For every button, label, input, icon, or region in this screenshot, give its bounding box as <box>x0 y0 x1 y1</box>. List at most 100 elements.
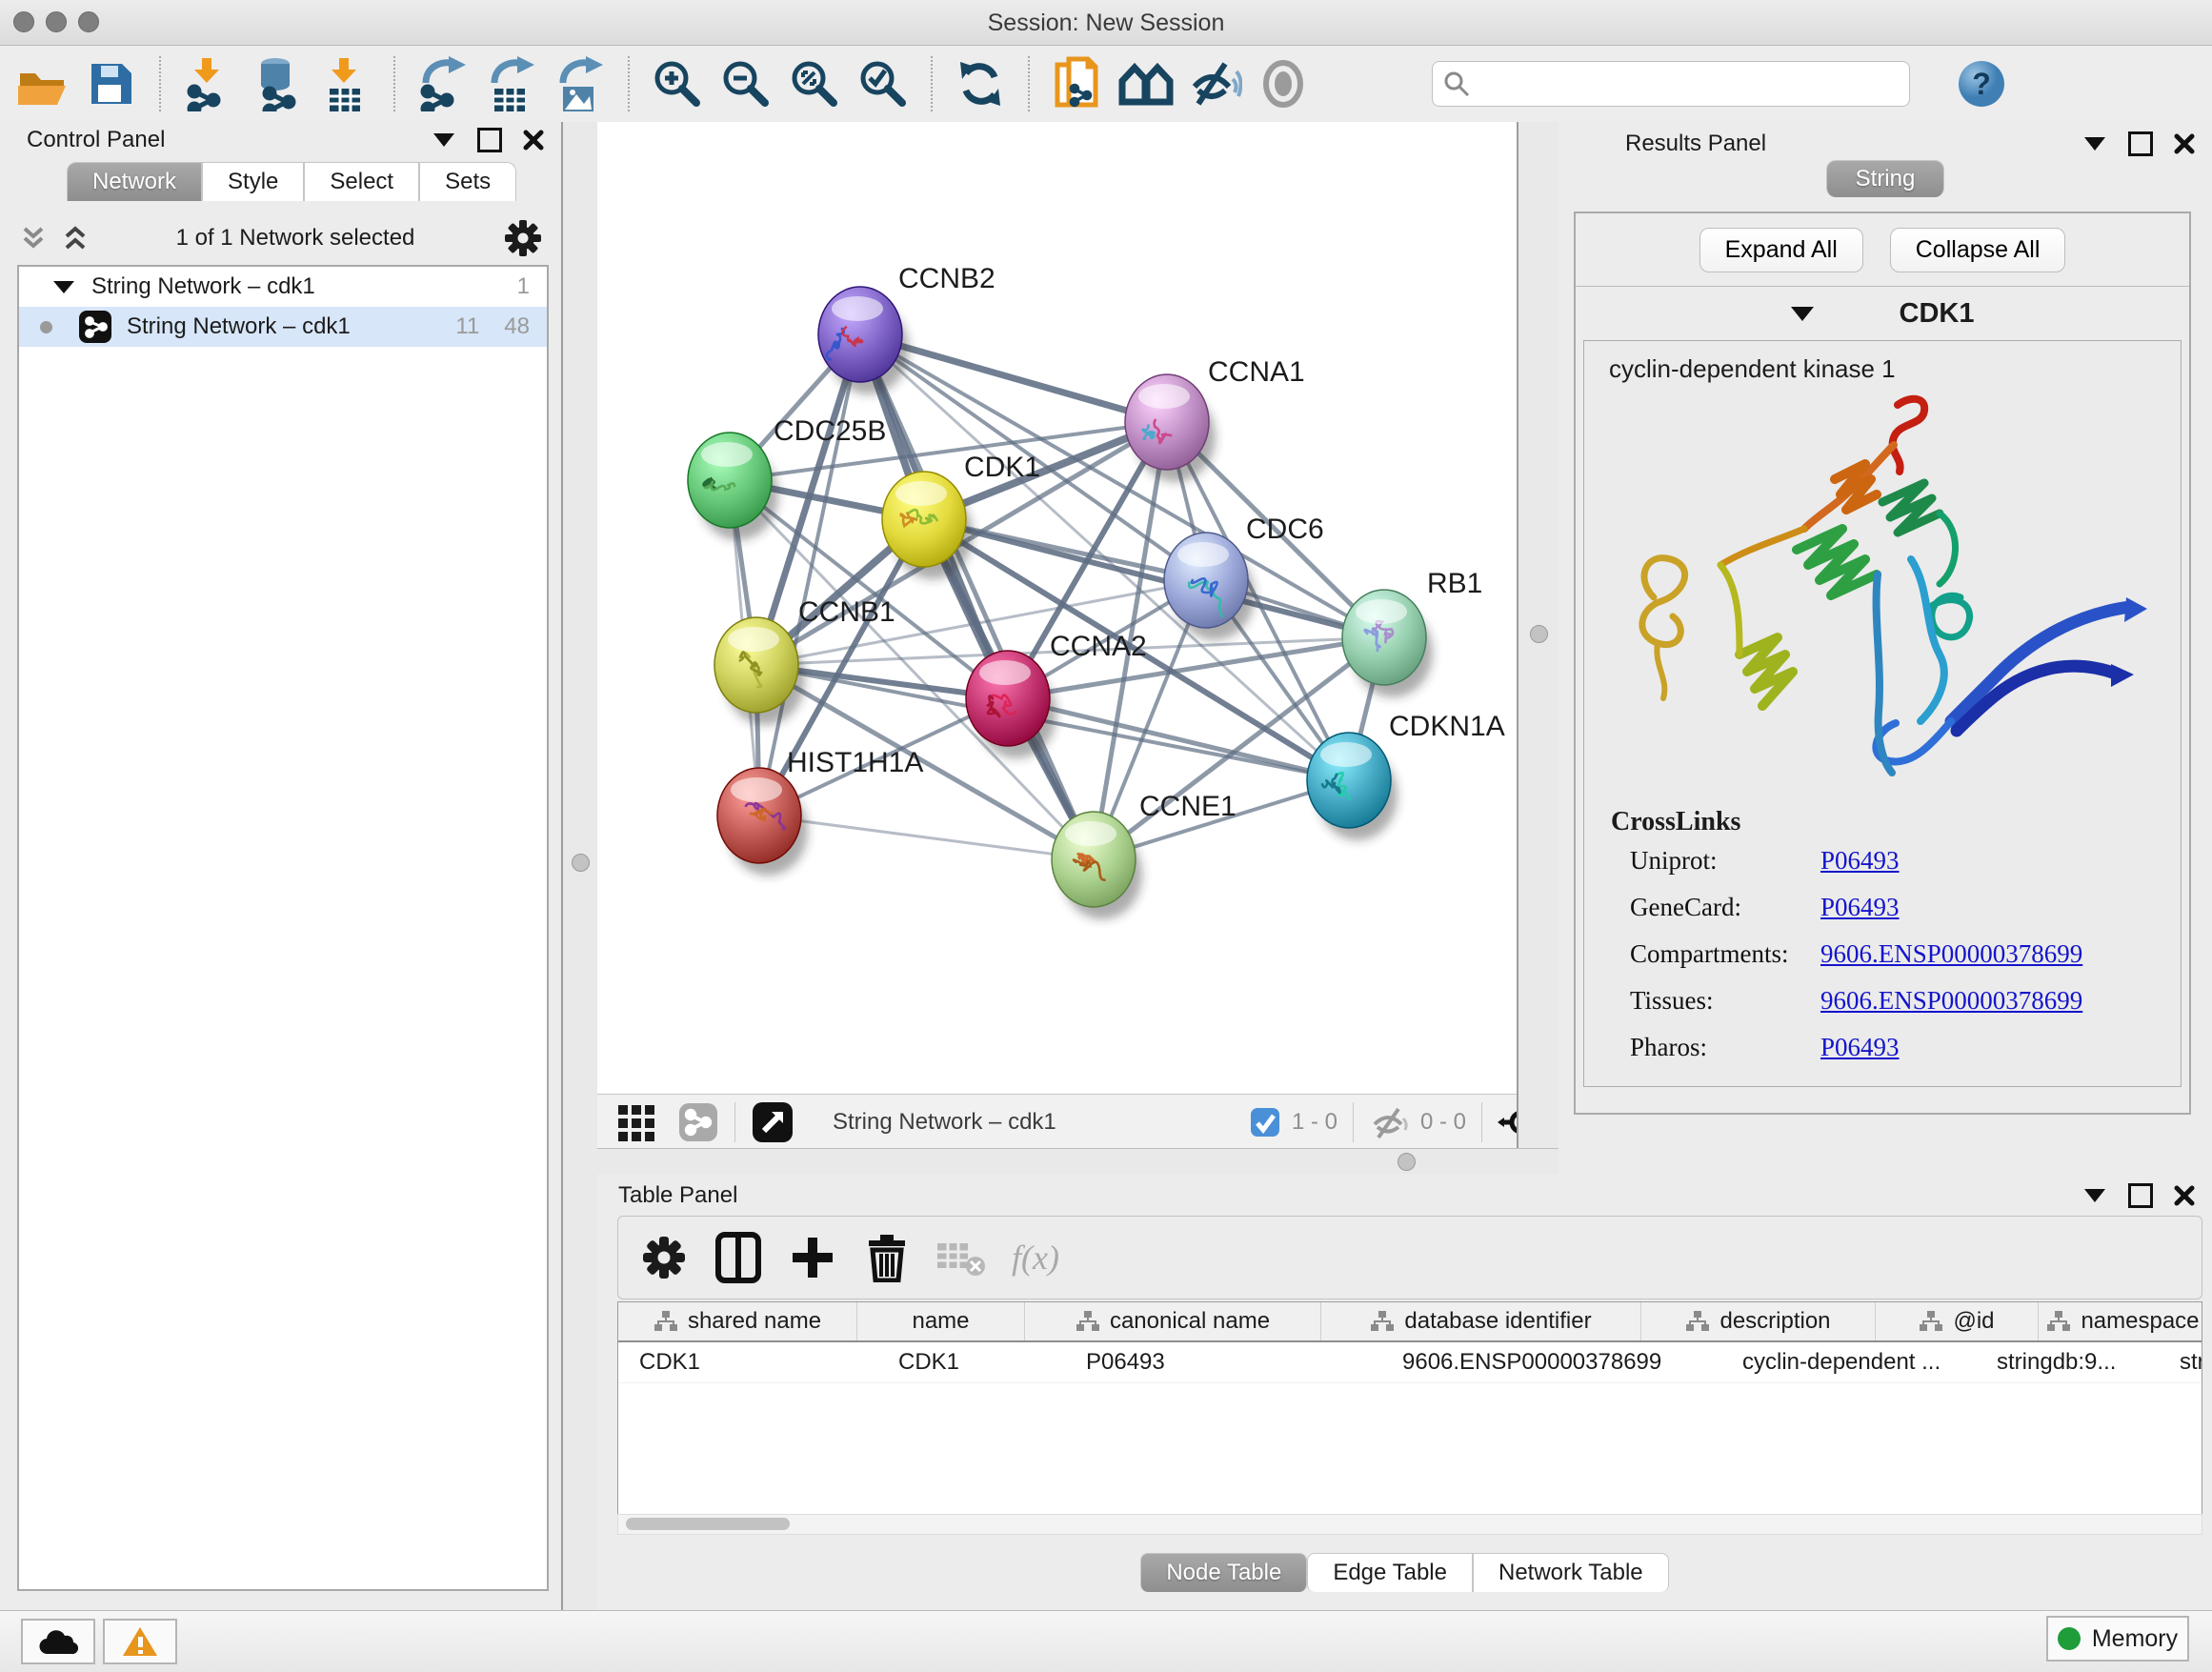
first-neighbors-button[interactable] <box>1116 54 1176 113</box>
tab-edge-table[interactable]: Edge Table <box>1307 1553 1473 1592</box>
table-cell[interactable]: cyclin-dependent ... <box>1721 1342 1976 1382</box>
table-row[interactable]: CDK1CDK1P064939606.ENSP00000378699cyclin… <box>618 1342 2202 1383</box>
network-row[interactable]: String Network – cdk1 11 48 <box>19 307 547 347</box>
right-splitter-handle[interactable] <box>1530 625 1548 643</box>
export-image-button[interactable] <box>551 54 610 113</box>
zoom-in-button[interactable] <box>648 54 707 113</box>
zoom-out-button[interactable] <box>716 54 775 113</box>
hide-selection-button[interactable] <box>1185 54 1244 113</box>
tab-network-table[interactable]: Network Table <box>1473 1553 1669 1592</box>
network-canvas[interactable]: CCNB2CCNA1CDC25BCDK1CDC6RB1CCNB1CCNA2CDK… <box>597 122 1517 1094</box>
panel-menu-caret-icon[interactable] <box>2084 137 2105 151</box>
import-table-button[interactable] <box>316 54 375 113</box>
detach-view-icon[interactable] <box>751 1100 794 1144</box>
node-table[interactable]: shared namenamecanonical namedatabase id… <box>617 1301 2202 1515</box>
refresh-button[interactable] <box>951 54 1010 113</box>
column-header--id[interactable]: @id <box>1876 1302 2039 1340</box>
table-cell[interactable]: CDK1 <box>618 1342 877 1382</box>
right-splitter[interactable] <box>1517 122 1561 1174</box>
export-table-button[interactable] <box>482 54 541 113</box>
panel-close-icon[interactable] <box>523 130 544 151</box>
add-column-button[interactable] <box>784 1229 841 1286</box>
edge-HIST1H1A-CCNE1[interactable] <box>759 816 1094 859</box>
expand-all-button[interactable]: Expand All <box>1699 228 1863 272</box>
toolbar-search[interactable] <box>1432 61 1910 107</box>
clone-network-button[interactable] <box>1048 54 1107 113</box>
node-RB1[interactable] <box>1342 590 1433 697</box>
tab-sets[interactable]: Sets <box>419 162 516 201</box>
network-collection-row[interactable]: String Network – cdk1 1 <box>19 267 547 307</box>
panel-close-icon[interactable] <box>2174 133 2195 154</box>
expand-all-chevron-icon[interactable] <box>61 224 90 252</box>
panel-float-icon[interactable] <box>2128 131 2153 156</box>
node-CCNB2[interactable] <box>818 287 909 394</box>
tab-string[interactable]: String <box>1826 160 1945 197</box>
panel-menu-caret-icon[interactable] <box>2084 1189 2105 1202</box>
tab-select[interactable]: Select <box>304 162 419 201</box>
table-cell[interactable]: stringdb:9... <box>1976 1342 2159 1382</box>
panel-close-icon[interactable] <box>2174 1185 2195 1206</box>
grid-view-icon[interactable] <box>616 1101 658 1143</box>
horizontal-splitter-handle[interactable] <box>1398 1153 1416 1171</box>
table-cell[interactable]: 9606.ENSP00000378699 <box>1381 1342 1721 1382</box>
column-header-name[interactable]: name <box>857 1302 1025 1340</box>
save-session-button[interactable] <box>82 54 141 113</box>
panel-menu-caret-icon[interactable] <box>433 133 454 147</box>
crosslink-value-link[interactable]: P06493 <box>1820 893 1900 922</box>
panel-float-icon[interactable] <box>2128 1183 2153 1208</box>
column-header-namespace[interactable]: namespace <box>2039 1302 2202 1340</box>
network-graph[interactable]: CCNB2CCNA1CDC25BCDK1CDC6RB1CCNB1CCNA2CDK… <box>597 122 1517 1094</box>
table-cell[interactable]: stringdb <box>2159 1342 2202 1382</box>
crosslink-value-link[interactable]: 9606.ENSP00000378699 <box>1820 986 2082 1016</box>
memory-button[interactable]: Memory <box>2046 1616 2189 1662</box>
show-columns-button[interactable] <box>710 1229 767 1286</box>
tab-style[interactable]: Style <box>202 162 304 201</box>
search-input[interactable] <box>1471 70 1900 98</box>
crosslink-value-link[interactable]: 9606.ENSP00000378699 <box>1820 939 2082 969</box>
gear-icon[interactable] <box>501 216 545 260</box>
tab-network[interactable]: Network <box>67 162 202 201</box>
table-cell[interactable]: CDK1 <box>877 1342 1065 1382</box>
warning-status-button[interactable] <box>103 1619 177 1664</box>
left-splitter-handle[interactable] <box>572 854 590 872</box>
selected-checkbox-icon[interactable] <box>1250 1107 1280 1138</box>
zoom-fit-button[interactable] <box>785 54 844 113</box>
zoom-selected-button[interactable] <box>854 54 913 113</box>
node-CDKN1A[interactable] <box>1307 733 1398 840</box>
export-network-button[interactable] <box>413 54 473 113</box>
import-network-database-button[interactable] <box>248 54 307 113</box>
hidden-eye-slash-icon[interactable] <box>1369 1105 1411 1139</box>
edge-CCNB2-HIST1H1A[interactable] <box>759 334 860 816</box>
gene-header-row[interactable]: CDK1 <box>1576 287 2189 340</box>
network-view-mode-icon[interactable] <box>677 1101 719 1143</box>
column-header-canonical-name[interactable]: canonical name <box>1025 1302 1321 1340</box>
cloud-status-button[interactable] <box>21 1619 95 1664</box>
help-button[interactable]: ? <box>1952 54 2011 113</box>
column-header-description[interactable]: description <box>1641 1302 1876 1340</box>
collapse-all-chevron-icon[interactable] <box>19 224 48 252</box>
network-edge-count: 48 <box>504 313 530 340</box>
import-network-file-button[interactable] <box>179 54 238 113</box>
collection-expand-caret-icon[interactable] <box>53 281 74 293</box>
tab-node-table[interactable]: Node Table <box>1140 1553 1307 1592</box>
edge-CCNB2-CCNE1[interactable] <box>860 334 1094 859</box>
gene-collapse-caret-icon[interactable] <box>1791 307 1814 321</box>
left-splitter[interactable] <box>561 122 600 1610</box>
node-CCNE1[interactable] <box>1052 812 1142 919</box>
crosslink-value-link[interactable]: P06493 <box>1820 846 1900 876</box>
delete-column-button[interactable] <box>858 1229 915 1286</box>
table-cell[interactable]: P06493 <box>1065 1342 1381 1382</box>
show-all-button[interactable] <box>1254 54 1313 113</box>
node-CDK1[interactable] <box>882 472 973 579</box>
column-header-shared-name[interactable]: shared name <box>618 1302 857 1340</box>
scrollbar-thumb[interactable] <box>626 1518 790 1530</box>
table-horizontal-scrollbar[interactable] <box>617 1514 2202 1535</box>
column-header-database-identifier[interactable]: database identifier <box>1321 1302 1641 1340</box>
crosslink-value-link[interactable]: P06493 <box>1820 1033 1900 1062</box>
table-settings-button[interactable] <box>635 1229 693 1286</box>
collapse-all-button[interactable]: Collapse All <box>1890 228 2066 272</box>
node-HIST1H1A[interactable] <box>717 768 808 876</box>
node-CDC25B[interactable] <box>688 433 778 540</box>
open-session-button[interactable] <box>13 54 72 113</box>
panel-float-icon[interactable] <box>477 128 502 152</box>
